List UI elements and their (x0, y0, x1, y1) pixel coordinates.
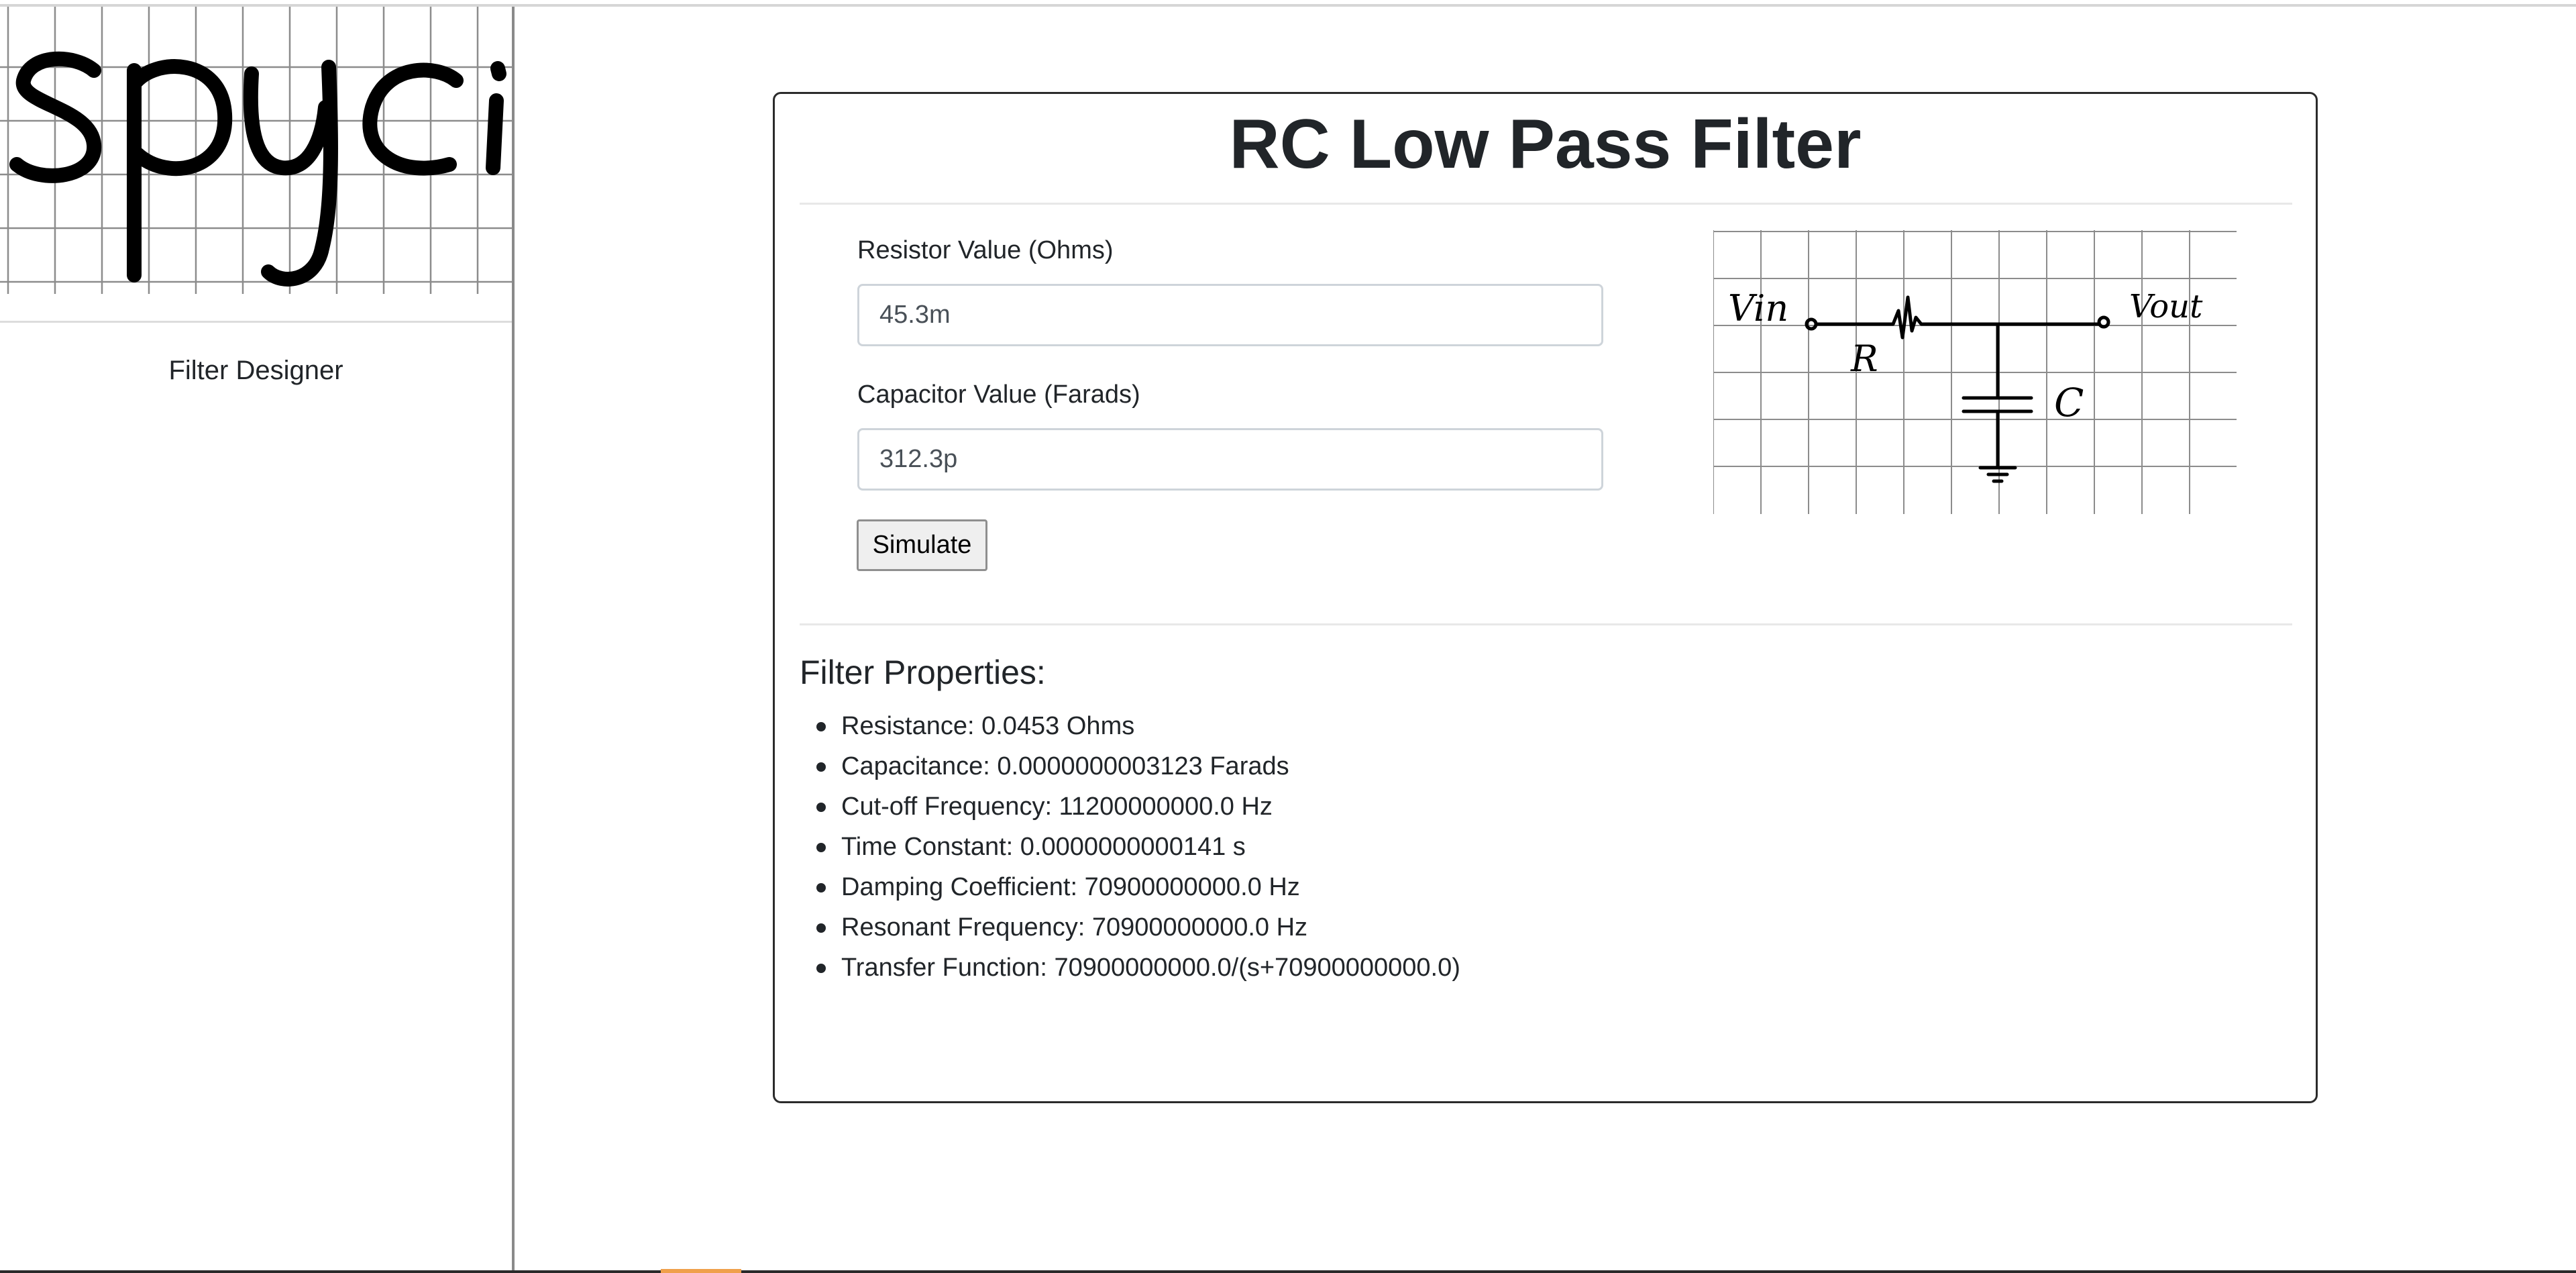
resistor-label: Resistor Value (Ohms) (857, 236, 1114, 264)
property-time-constant: Time Constant: 0.0000000000141 s (816, 827, 1460, 867)
property-transfer-function: Transfer Function: 70900000000.0/(s+7090… (816, 948, 1460, 988)
property-damping-coefficient: Damping Coefficient: 70900000000.0 Hz (816, 867, 1460, 907)
capacitor-input[interactable] (857, 428, 1603, 491)
logo-letters (9, 51, 506, 287)
sidebar-divider (0, 321, 512, 323)
property-cutoff-frequency: Cut-off Frequency: 11200000000.0 Hz (816, 786, 1460, 827)
simulate-button[interactable]: Simulate (857, 519, 987, 571)
schematic-grid (1713, 230, 2237, 514)
vout-label: Vout (2129, 288, 2203, 325)
taskbar-edge (0, 1270, 2576, 1273)
title-divider (800, 203, 2292, 205)
browser-top-border (0, 0, 2576, 7)
resistor-input[interactable] (857, 284, 1603, 346)
resistor-symbol-label: R (1850, 338, 1878, 380)
section-divider (800, 623, 2292, 625)
filter-card: RC Low Pass Filter Resistor Value (Ohms)… (773, 92, 2318, 1103)
property-capacitance: Capacitance: 0.0000000003123 Farads (816, 746, 1460, 786)
capacitor-symbol-label: C (2054, 380, 2084, 425)
property-resistance: Resistance: 0.0453 Ohms (816, 706, 1460, 746)
logo-drawing (0, 7, 512, 294)
rc-circuit-schematic: Vin Vout R C (1713, 230, 2237, 514)
properties-list: Resistance: 0.0453 Ohms Capacitance: 0.0… (800, 706, 1460, 988)
property-resonant-frequency: Resonant Frequency: 70900000000.0 Hz (816, 907, 1460, 948)
vin-label: Vin (1728, 287, 1788, 329)
sidebar: Filter Designer (0, 7, 515, 1273)
capacitor-label: Capacitor Value (Farads) (857, 380, 1140, 409)
properties-title: Filter Properties: (800, 654, 1046, 691)
spyci-logo (0, 7, 512, 294)
page-title: RC Low Pass Filter (1229, 105, 1862, 183)
taskbar-accent (661, 1269, 741, 1273)
sidebar-item-filter-designer[interactable]: Filter Designer (0, 356, 512, 386)
